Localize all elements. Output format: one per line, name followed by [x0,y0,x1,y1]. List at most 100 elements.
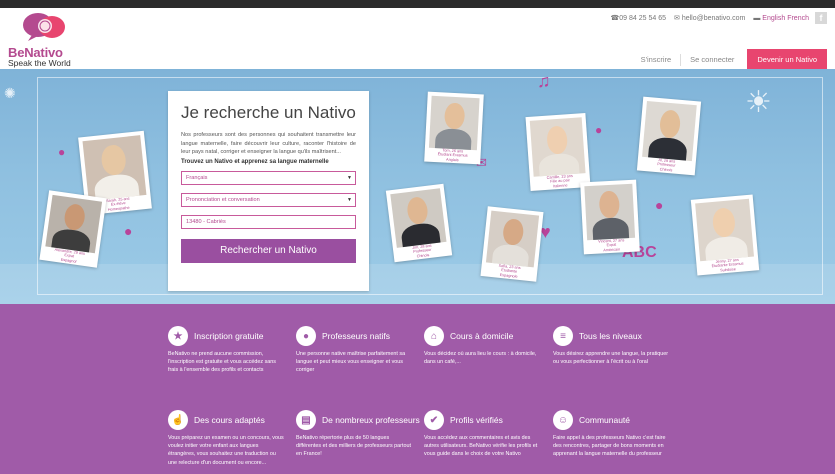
torso [434,128,473,151]
face [711,207,736,238]
feature-title: Professeurs natifs [322,331,391,341]
feature-text: BeNativo ne prend aucune commission, l'i… [168,351,276,374]
feature-verified-profiles: ✔ Profils vérifiés Vous accédez aux comme… [424,410,542,459]
feature-title: De nombreux professeurs [322,415,420,425]
logo[interactable]: BeNativo Speak the World [8,12,78,68]
feature-text: Faire appel à des professeurs Nativo c'e… [553,435,666,458]
course-type-value: Prononciation et conversation [186,196,260,203]
search-button[interactable]: Rechercher un Nativo [181,238,356,263]
face [502,218,525,247]
face [545,125,569,155]
community-icon: ☺ [553,410,573,430]
profile-card[interactable]: Camille, 23 ans Fille au pair Italienne [525,112,591,192]
contact-bar: ☎09 84 25 54 65 ✉ hello@benativo.com ▬ E… [611,14,809,23]
feature-title: Tous les niveaux [579,331,642,341]
email-contact[interactable]: ✉ hello@benativo.com [674,14,745,22]
profile-photo [428,95,480,151]
profile-photo [529,117,586,177]
profile-card[interactable]: Jim, 28 ans Professeur Chinois [385,183,453,263]
features-section: ★ Inscription gratuite BeNativo ne prend … [0,304,835,474]
profile-photo [82,135,147,201]
facebook-icon[interactable]: f [815,12,827,24]
feature-title: Cours à domicile [450,331,514,341]
profile-photo [485,210,540,268]
mail-icon: ✉ [674,15,682,22]
feature-title: Des cours adaptés [194,415,265,425]
feature-title: Profils vérifiés [450,415,503,425]
torso [591,217,630,241]
language-label: English French [762,14,809,22]
search-title: Je recherche un Nativo [181,103,356,122]
language-select-value: Français [186,174,208,181]
profile-card[interactable]: Al, 29 ans Professeur Chinois [636,96,702,176]
levels-icon: ≡ [553,326,573,346]
logo-tagline: Speak the World [8,58,71,68]
face [405,196,430,226]
site-header: BeNativo Speak the World ☎09 84 25 54 65… [0,8,835,70]
email-address: hello@benativo.com [681,15,746,22]
phone-icon: ☎ [610,15,620,22]
profile-photo [390,188,447,248]
feature-text: Vous accédez aux commentaires et avis de… [424,435,538,458]
face [62,203,87,232]
feature-many-teachers: ▤ De nombreux professeurs BeNativo répert… [296,410,420,459]
feature-free-signup: ★ Inscription gratuite BeNativo ne prend … [168,326,286,375]
main-nav: S'inscrire Se connecter Devenir un Nativ… [632,49,827,70]
signup-link[interactable]: S'inscrire [632,55,681,64]
feature-adapted-lessons: ☝ Des cours adaptés Vous préparez un exam… [168,410,286,467]
profile-card[interactable]: Alexandre, 29 ans Expat Espagnol [39,190,107,268]
globe-icon: ● [296,326,316,346]
feature-title: Inscription gratuite [194,331,264,341]
language-selector[interactable]: ▬ English French [753,15,809,22]
profile-photo [584,183,636,241]
location-input[interactable]: 13480 - Cabriès [181,214,356,229]
feature-home-lessons: ⌂ Cours à domicile Vous décidez où aura l… [424,326,542,366]
search-description: Nos professeurs sont des personnes qui s… [181,132,356,156]
profile-caption: Vincent, 27 ans Expat Américain [598,238,625,253]
top-bar [0,0,835,8]
profile-card[interactable]: Vincent, 27 ans Expat Américain [580,179,640,255]
drop-icon: ● [595,123,603,137]
language-select[interactable]: Français ▼ [181,170,356,185]
home-icon: ⌂ [424,326,444,346]
face [599,191,620,219]
feature-text: Vous décidez où aura lieu le cours : à d… [424,351,537,366]
profile-card[interactable]: Sofia, 23 ans Étudiante Espagnole [480,206,544,282]
feature-text: Vous désirez apprendre une langue, la pr… [553,351,669,366]
hero-section: ☀ ♫ ● ♥ ✉ ABC ● ● ● ✺ Je recherche un Na… [0,69,835,304]
check-icon: ✔ [424,410,444,430]
phone-number: 09 84 25 54 65 [619,15,666,22]
drop-icon: ● [124,223,133,239]
star-icon: ★ [168,326,188,346]
profile-card[interactable]: Jenny, 27 ans Étudiante Erasmus Suédoise [690,194,760,276]
drop-icon: ● [655,197,664,213]
phone-contact: ☎09 84 25 54 65 [611,14,666,22]
profile-caption: Tom, 26 ans Étudiant Erasmus Anglais [437,148,468,162]
profile-card[interactable]: Tom, 26 ans Étudiant Erasmus Anglais [424,91,484,165]
drop-icon: ● [58,145,66,159]
course-type-select[interactable]: Prononciation et conversation ▼ [181,192,356,207]
face [444,102,465,130]
location-value: 13480 - Cabriès [186,218,226,225]
chevron-down-icon: ▼ [347,196,352,203]
feature-text: Vous préparez un examen ou un concours, … [168,435,284,466]
login-link[interactable]: Se connecter [681,55,743,64]
face [100,144,127,177]
thumbs-up-icon: ☝ [168,410,188,430]
profile-photo [642,100,697,162]
profile-photo [695,198,754,262]
become-nativo-button[interactable]: Devenir un Nativo [747,49,827,70]
face [658,108,682,139]
music-note-icon: ♫ [537,71,551,91]
feature-title: Communauté [579,415,631,425]
feature-text: BeNativo répertorie plus de 50 langues d… [296,435,411,458]
flag-icon: ▬ [753,14,763,22]
search-subtitle: Trouvez un Nativo et apprenez sa langue … [181,158,329,165]
chevron-down-icon: ▼ [347,174,352,181]
feature-all-levels: ≡ Tous les niveaux Vous désirez apprendre… [553,326,671,366]
feature-text: Une personne native maîtrise parfaitemen… [296,351,406,374]
profile-photo [45,194,103,254]
feature-native-teachers: ● Professeurs natifs Une personne native … [296,326,414,375]
sun-icon: ☀ [745,86,772,119]
search-card: Je recherche un Nativo Nos professeurs s… [168,91,369,291]
